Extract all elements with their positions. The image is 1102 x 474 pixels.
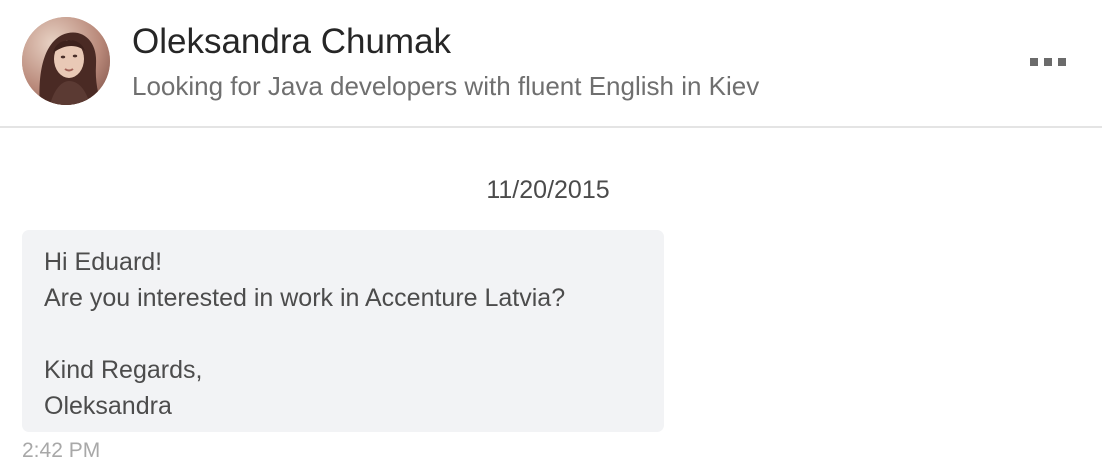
message-thread: Oleksandra Chumak Looking for Java devel… (0, 0, 1102, 474)
avatar[interactable] (22, 17, 110, 105)
message-line: Are you interested in work in Accenture … (44, 284, 566, 312)
message-line: Hi Eduard! (44, 248, 163, 276)
message-line: Oleksandra (44, 392, 172, 420)
message-line (44, 316, 642, 352)
more-horizontal-icon (1030, 58, 1038, 66)
profile-photo (22, 17, 110, 105)
message-bubble: Hi Eduard! Are you interested in work in… (22, 230, 664, 432)
more-options-button[interactable] (1018, 48, 1078, 76)
conversation-header: Oleksandra Chumak Looking for Java devel… (0, 0, 1102, 128)
message-line: Kind Regards, (44, 356, 203, 384)
contact-name[interactable]: Oleksandra Chumak (132, 21, 451, 63)
date-separator: 11/20/2015 (486, 176, 610, 204)
more-horizontal-icon (1044, 58, 1052, 66)
message-timestamp: 2:42 PM (22, 439, 101, 462)
more-horizontal-icon (1058, 58, 1066, 66)
contact-headline: Looking for Java developers with fluent … (132, 71, 760, 101)
